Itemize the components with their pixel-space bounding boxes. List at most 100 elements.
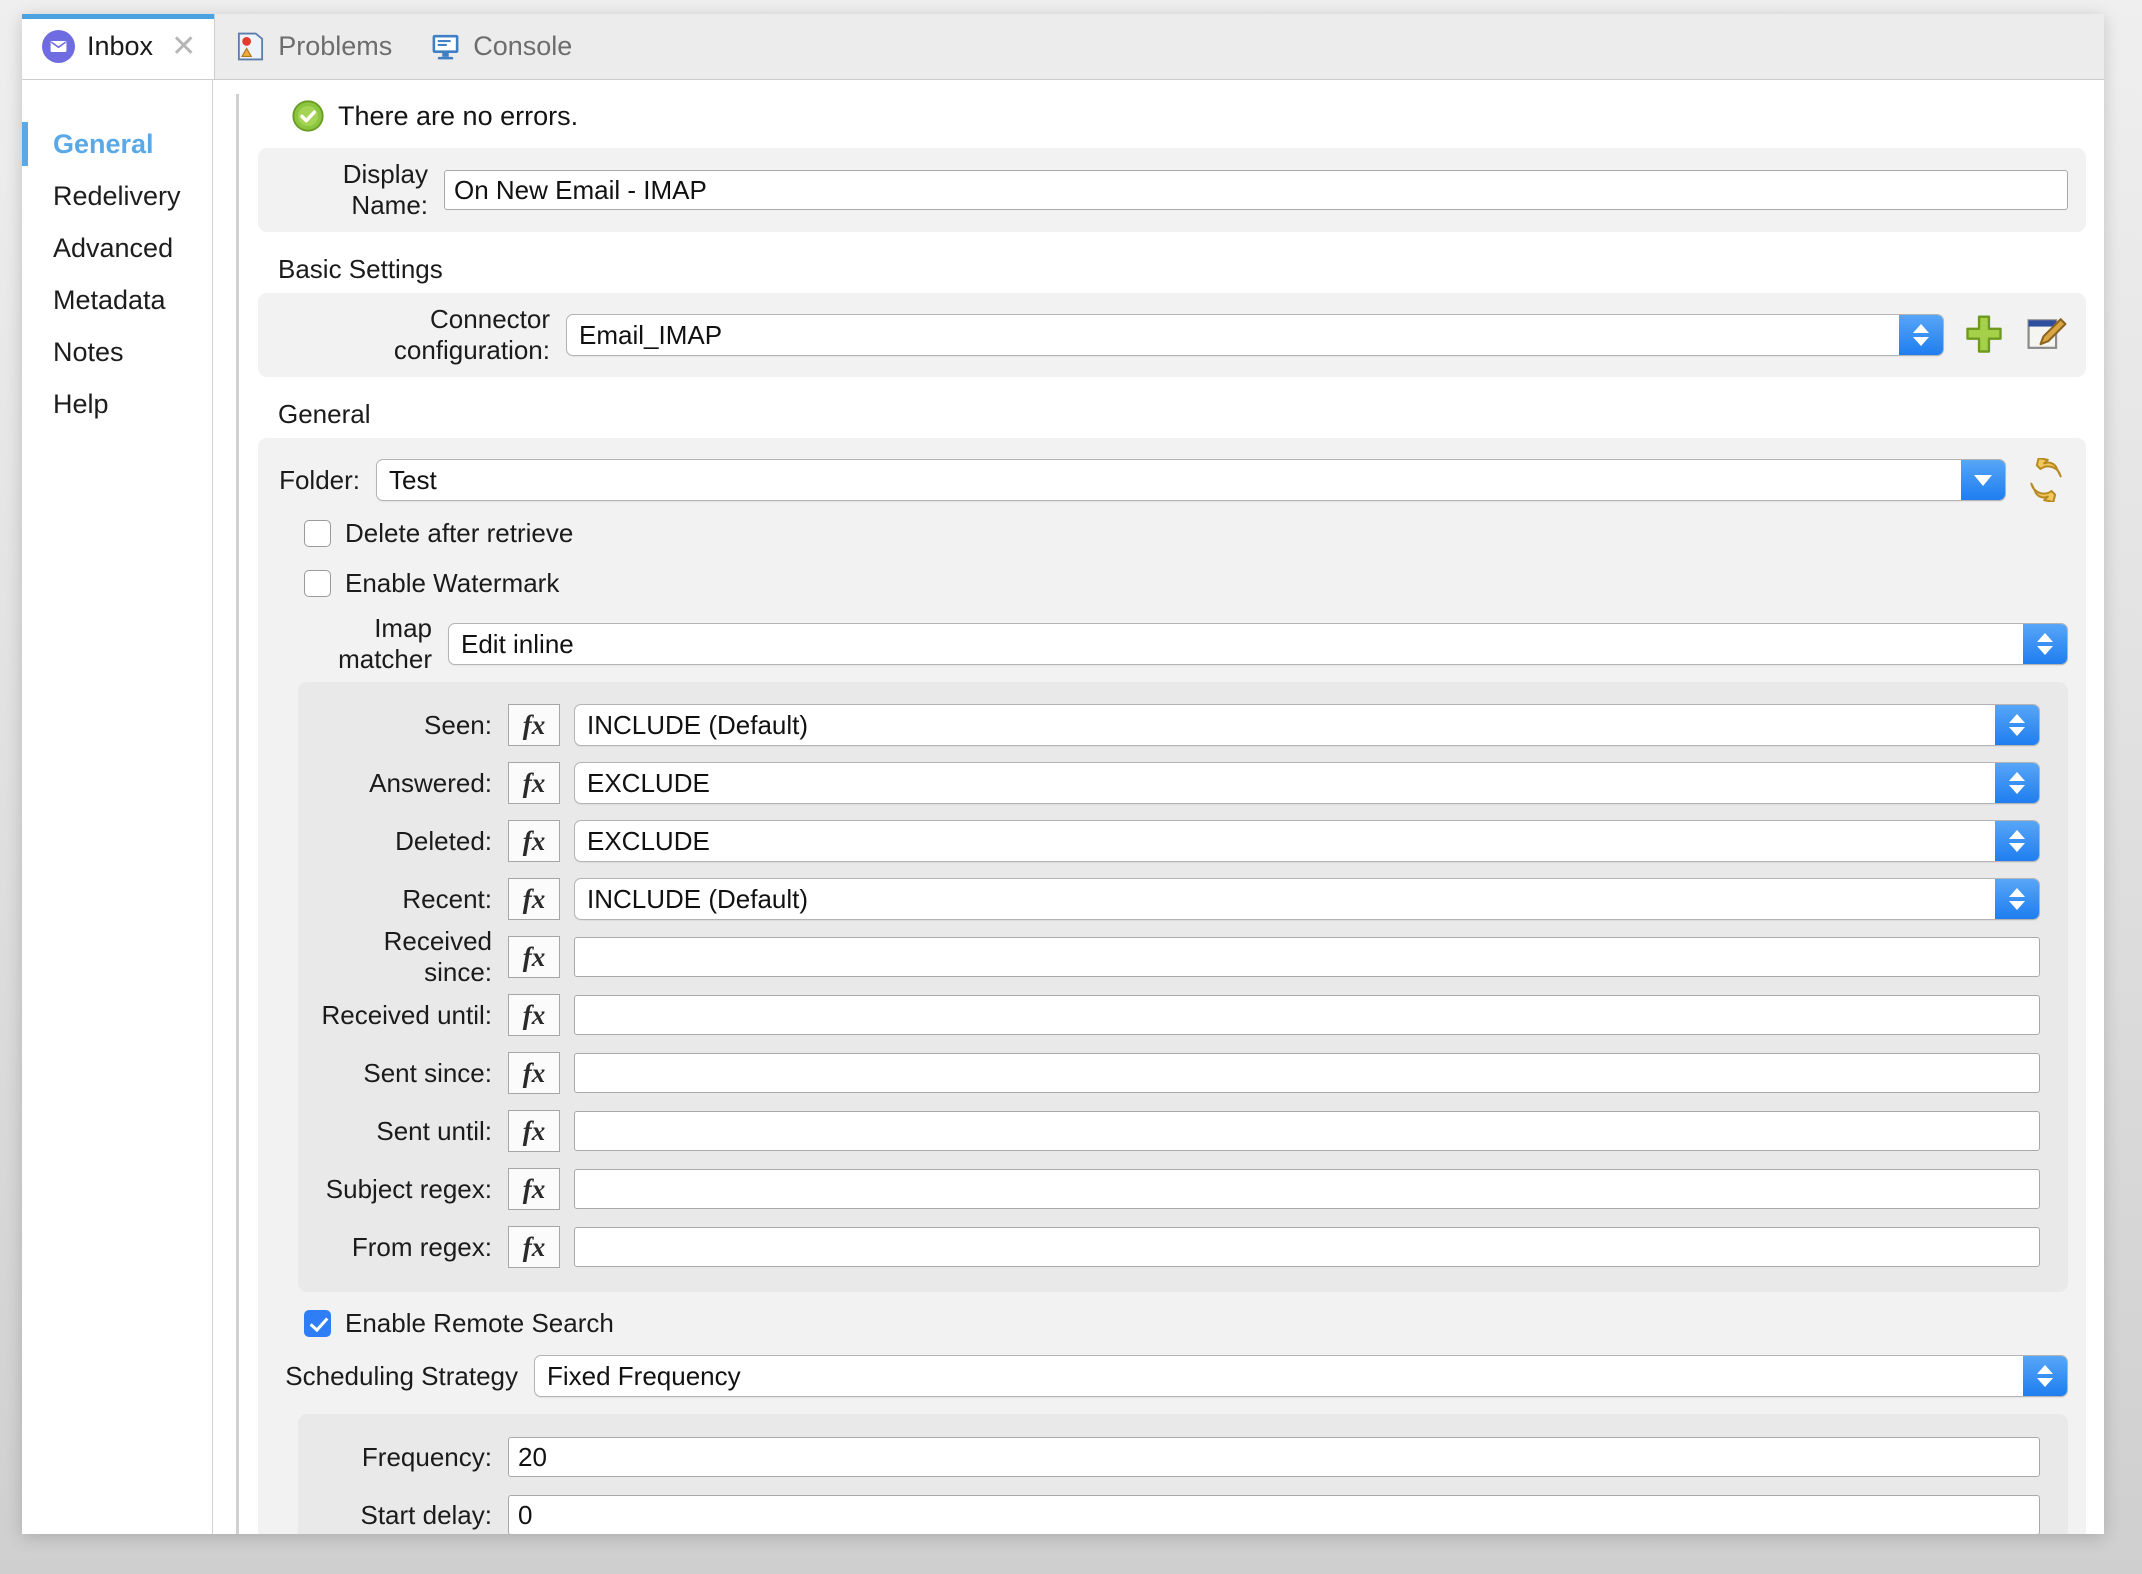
status-message: There are no errors. — [250, 80, 2094, 148]
answered-select[interactable]: EXCLUDE — [574, 762, 2040, 804]
sent-since-input[interactable] — [574, 1053, 2040, 1093]
deleted-value: EXCLUDE — [587, 826, 710, 856]
enable-watermark-label: Enable Watermark — [345, 567, 560, 598]
status-text: There are no errors. — [338, 100, 579, 131]
stepper-icon[interactable] — [2023, 624, 2067, 664]
delete-after-retrieve-label: Delete after retrieve — [345, 517, 574, 548]
deleted-select[interactable]: EXCLUDE — [574, 820, 2040, 862]
tab-console-label: Console — [473, 31, 573, 61]
edit-icon[interactable] — [2024, 313, 2068, 357]
fx-button[interactable]: fx — [508, 1110, 560, 1152]
tab-console[interactable]: Console — [410, 14, 590, 79]
sidebar-item-advanced[interactable]: Advanced — [22, 222, 212, 274]
received-until-label: Received until: — [321, 999, 492, 1030]
scheduling-strategy-row: Scheduling Strategy Fixed Frequency — [276, 1348, 2068, 1404]
basic-settings-panel: Connector configuration: Email_IMAP — [258, 293, 2086, 377]
general-panel: Folder: Test Delete after retrieve Enabl… — [258, 438, 2086, 1534]
enable-remote-search-label: Enable Remote Search — [345, 1307, 614, 1338]
folder-select[interactable]: Test — [376, 459, 2006, 501]
imap-matcher-panel: Seen: fx INCLUDE (Default) Answered: fx … — [298, 682, 2068, 1292]
envelope-icon — [42, 30, 75, 63]
folder-row: Folder: Test — [276, 452, 2068, 508]
chevron-down-icon[interactable] — [1961, 460, 2005, 500]
app-window: Inbox ✕ Problems Console General Redeliv… — [22, 14, 2104, 1534]
folder-label: Folder: — [279, 464, 360, 495]
fx-button[interactable]: fx — [508, 704, 560, 746]
scheduling-strategy-label: Scheduling Strategy — [285, 1360, 518, 1391]
sidebar-item-redelivery[interactable]: Redelivery — [22, 170, 212, 222]
connector-config-select[interactable]: Email_IMAP — [566, 314, 1944, 356]
recent-select[interactable]: INCLUDE (Default) — [574, 878, 2040, 920]
frequency-input[interactable]: 20 — [508, 1437, 2040, 1477]
imap-matcher-select[interactable]: Edit inline — [448, 623, 2068, 665]
tab-problems-label: Problems — [278, 31, 393, 61]
from-regex-label: From regex: — [351, 1231, 492, 1262]
answered-label: Answered: — [369, 767, 492, 798]
stepper-icon[interactable] — [2023, 1356, 2067, 1396]
stepper-icon[interactable] — [1995, 821, 2039, 861]
subject-regex-input[interactable] — [574, 1169, 2040, 1209]
sidebar-item-help[interactable]: Help — [22, 378, 212, 430]
basic-settings-title: Basic Settings — [278, 254, 443, 284]
seen-select[interactable]: INCLUDE (Default) — [574, 704, 2040, 746]
connector-config-row: Connector configuration: Email_IMAP — [276, 304, 2068, 365]
fx-button[interactable]: fx — [508, 994, 560, 1036]
start-delay-input[interactable]: 0 — [508, 1495, 2040, 1534]
refresh-icon[interactable] — [2024, 456, 2068, 504]
sent-until-input[interactable] — [574, 1111, 2040, 1151]
fx-button[interactable]: fx — [508, 1168, 560, 1210]
stepper-icon[interactable] — [1899, 315, 1943, 355]
sidebar-item-label: Metadata — [53, 284, 166, 315]
fx-button[interactable]: fx — [508, 820, 560, 862]
delete-after-retrieve-checkbox[interactable] — [304, 519, 331, 547]
enable-watermark-checkbox[interactable] — [304, 569, 331, 597]
seen-value: INCLUDE (Default) — [587, 710, 809, 740]
frequency-label: Frequency: — [361, 1441, 492, 1472]
sidebar-item-label: General — [53, 128, 154, 159]
scheduling-strategy-select[interactable]: Fixed Frequency — [534, 1355, 2068, 1397]
scheduling-strategy-value: Fixed Frequency — [547, 1361, 741, 1391]
enable-remote-search-checkbox[interactable] — [304, 1309, 331, 1337]
fx-button[interactable]: fx — [508, 1226, 560, 1268]
sidebar-item-metadata[interactable]: Metadata — [22, 274, 212, 326]
sidebar-item-general[interactable]: General — [22, 118, 212, 170]
imap-matcher-value: Edit inline — [461, 629, 574, 659]
from-regex-input[interactable] — [574, 1227, 2040, 1267]
sidebar-item-notes[interactable]: Notes — [22, 326, 212, 378]
display-name-panel: Display Name: On New Email - IMAP — [258, 148, 2086, 232]
recent-label: Recent: — [402, 883, 492, 914]
tab-inbox-label: Inbox — [87, 31, 154, 61]
stepper-icon[interactable] — [1995, 705, 2039, 745]
fx-button[interactable]: fx — [508, 878, 560, 920]
tab-problems[interactable]: Problems — [215, 14, 410, 79]
problems-icon — [235, 31, 266, 62]
schedule-panel: Frequency: 20 Start delay: 0 Time unit: … — [298, 1414, 2068, 1534]
tab-bar: Inbox ✕ Problems Console — [22, 14, 2104, 80]
received-until-input[interactable] — [574, 995, 2040, 1035]
fx-button[interactable]: fx — [508, 762, 560, 804]
stepper-icon[interactable] — [1995, 879, 2039, 919]
stepper-icon[interactable] — [1995, 763, 2039, 803]
delete-after-retrieve-row[interactable]: Delete after retrieve — [276, 508, 2068, 558]
fx-button[interactable]: fx — [508, 1052, 560, 1094]
recent-value: INCLUDE (Default) — [587, 884, 809, 914]
start-delay-label: Start delay: — [360, 1499, 492, 1530]
matcher-row: Sent until: fx — [312, 1102, 2040, 1160]
close-icon[interactable]: ✕ — [171, 31, 196, 62]
display-name-input[interactable]: On New Email - IMAP — [444, 170, 2068, 210]
imap-matcher-label: Imap matcher — [338, 613, 432, 674]
enable-remote-search-row[interactable]: Enable Remote Search — [276, 1298, 2068, 1348]
matcher-row: Seen: fx INCLUDE (Default) — [312, 696, 2040, 754]
matcher-row: Subject regex: fx — [312, 1160, 2040, 1218]
subject-regex-label: Subject regex: — [325, 1173, 492, 1204]
matcher-row: Deleted: fx EXCLUDE — [312, 812, 2040, 870]
plus-icon[interactable] — [1962, 313, 2006, 357]
tab-inbox[interactable]: Inbox ✕ — [22, 14, 216, 79]
fx-button[interactable]: fx — [508, 936, 560, 978]
matcher-row: Received until: fx — [312, 986, 2040, 1044]
enable-watermark-row[interactable]: Enable Watermark — [276, 558, 2068, 608]
received-since-input[interactable] — [574, 937, 2040, 977]
received-since-label: Received since: — [383, 926, 492, 987]
connector-config-value: Email_IMAP — [579, 320, 723, 350]
deleted-label: Deleted: — [395, 825, 492, 856]
